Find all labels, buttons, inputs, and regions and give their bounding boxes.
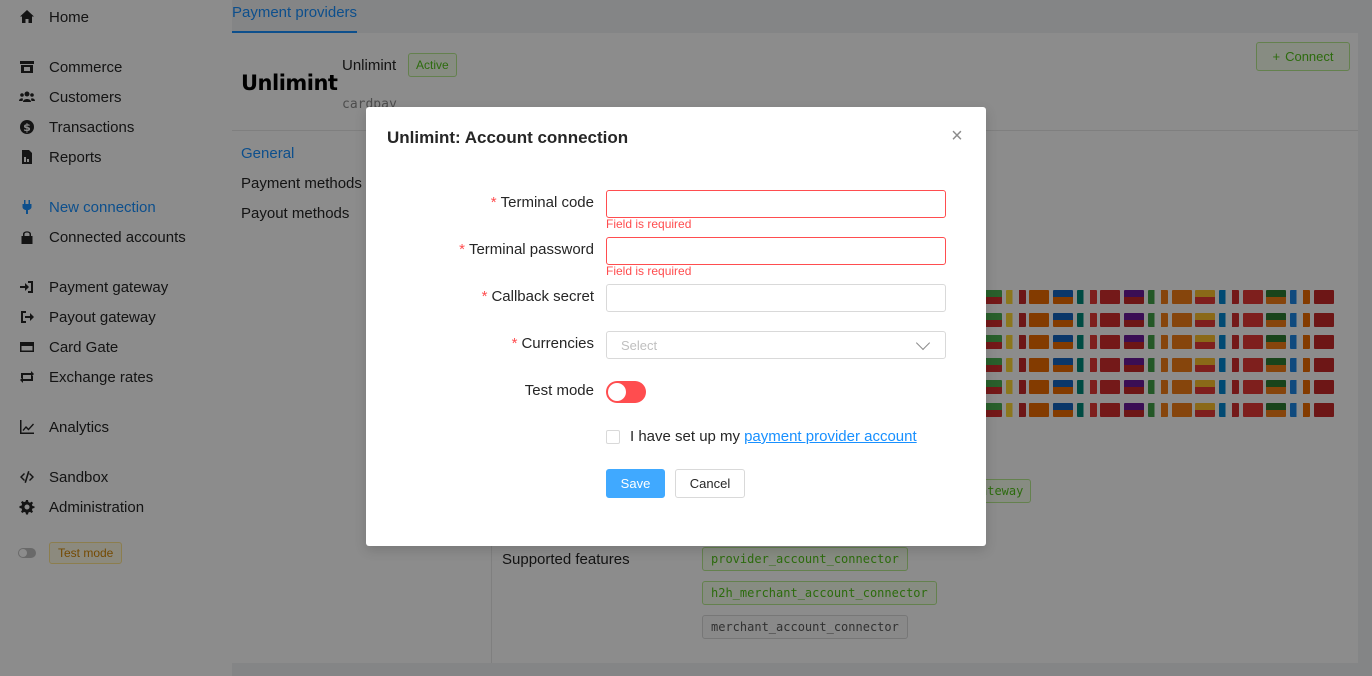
terminal-code-error: Field is required [606,217,692,231]
terminal-code-input[interactable] [606,190,946,218]
terminal-password-error: Field is required [606,264,692,278]
currencies-placeholder: Select [621,337,658,353]
callback-secret-label: * Callback secret [481,288,594,305]
terminal-password-input[interactable] [606,237,946,265]
callback-secret-input[interactable] [606,284,946,312]
modal-title: Unlimint: Account connection [387,128,629,147]
test-mode-toggle[interactable] [606,381,646,403]
test-mode-label: Test mode [524,382,594,399]
save-button[interactable]: Save [606,469,665,498]
confirmation-row: I have set up my payment provider accoun… [606,428,917,445]
close-icon[interactable]: × [947,126,967,146]
currencies-label-text: Currencies [521,335,594,352]
account-connection-modal: Unlimint: Account connection × * Terminal… [366,107,986,546]
cancel-button[interactable]: Cancel [675,469,745,498]
callback-secret-label-text: Callback secret [491,288,594,305]
currencies-label: * Currencies [511,335,594,352]
confirmation-checkbox[interactable] [606,429,620,444]
chevron-down-icon [915,335,931,350]
confirmation-text: I have set up my [630,428,741,445]
currencies-select[interactable]: Select [606,331,946,359]
terminal-password-label-text: Terminal password [468,241,594,258]
payment-provider-account-link[interactable]: payment provider account [744,428,917,445]
terminal-code-label: * Terminal code [490,194,594,211]
terminal-code-label-text: Terminal code [500,194,594,211]
terminal-password-label: * Terminal password [459,241,594,258]
